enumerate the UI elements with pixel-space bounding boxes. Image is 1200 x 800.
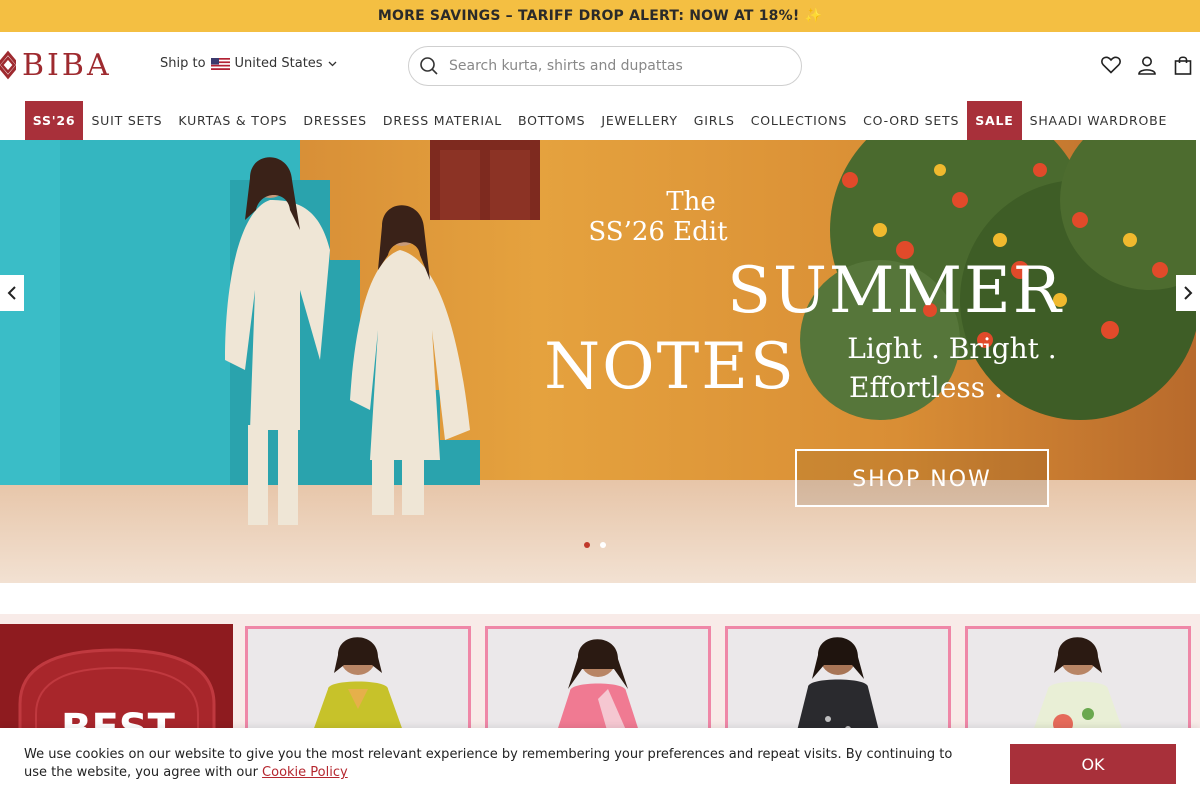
biba-logo[interactable]: BIBA	[0, 47, 112, 83]
carousel-dots	[584, 542, 606, 548]
announcement-text[interactable]: MORE SAVINGS – TARIFF DROP ALERT: NOW AT…	[378, 8, 822, 24]
nav-item-dresses[interactable]: DRESSES	[295, 101, 375, 140]
search-bar[interactable]	[408, 46, 802, 86]
bag-icon[interactable]	[1173, 55, 1193, 75]
heart-icon[interactable]	[1101, 56, 1121, 74]
logo-mark-icon	[0, 50, 16, 80]
nav-item-suit-sets[interactable]: SUIT SETS	[83, 101, 170, 140]
hero-edit-text: SS’26 Edit	[588, 217, 728, 247]
search-input[interactable]	[449, 58, 769, 74]
hero-notes-text: NOTES	[544, 330, 796, 404]
carousel-prev-button[interactable]	[0, 275, 24, 311]
nav-item-kurtas-tops[interactable]: KURTAS & TOPS	[170, 101, 295, 140]
nav-item-jewellery[interactable]: JEWELLERY	[593, 101, 685, 140]
chevron-left-icon[interactable]	[7, 285, 17, 301]
header-actions	[1100, 54, 1194, 76]
carousel-dot[interactable]	[584, 542, 590, 548]
hero-summer-text: SUMMER	[727, 254, 1063, 328]
search-icon[interactable]	[419, 56, 439, 76]
site-header: BIBA Ship to United States	[0, 32, 1200, 100]
cookie-banner: We use cookies on our website to give yo…	[0, 728, 1200, 800]
chevron-down-icon	[328, 61, 337, 66]
nav-item-girls[interactable]: GIRLS	[686, 101, 743, 140]
carousel-dot[interactable]	[600, 542, 606, 548]
chevron-right-icon[interactable]	[1183, 285, 1193, 301]
country-name: United States	[234, 56, 323, 71]
account-button[interactable]	[1136, 54, 1158, 76]
us-flag-icon	[210, 57, 230, 70]
nav-item-co-ord-sets[interactable]: CO-ORD SETS	[855, 101, 967, 140]
nav-item-ss26[interactable]: SS'26	[24, 100, 84, 140]
hero-banner[interactable]: The SS’26 Edit SUMMER NOTES Light . Brig…	[0, 140, 1196, 583]
hero-image: The SS’26 Edit SUMMER NOTES Light . Brig…	[0, 140, 1196, 583]
ship-to-selector[interactable]: Ship to United States	[160, 56, 337, 71]
shop-now-label[interactable]: SHOP NOW	[852, 467, 992, 492]
nav-item-collections[interactable]: COLLECTIONS	[743, 101, 855, 140]
ship-to-label: Ship to	[160, 56, 206, 71]
announcement-bar[interactable]: MORE SAVINGS – TARIFF DROP ALERT: NOW AT…	[0, 0, 1200, 32]
cookie-text: We use cookies on our website to give yo…	[24, 747, 953, 780]
wishlist-button[interactable]	[1100, 54, 1122, 76]
logo-text: BIBA	[22, 47, 112, 83]
cart-button[interactable]	[1172, 54, 1194, 76]
shop-now-button[interactable]: SHOP NOW	[795, 449, 1049, 507]
nav-item-sale[interactable]: SALE	[967, 100, 1022, 140]
nav-item-shaadi-wardrobe[interactable]: SHAADI WARDROBE	[1022, 101, 1176, 140]
cookie-ok-button[interactable]: OK	[1010, 744, 1176, 784]
main-navigation: SS'26 SUIT SETS KURTAS & TOPS DRESSES DR…	[0, 100, 1200, 140]
hero-the-text: The	[666, 187, 715, 217]
carousel-next-button[interactable]	[1176, 275, 1200, 311]
cookie-message: We use cookies on our website to give yo…	[24, 746, 974, 782]
hero-tagline-1: Light . Bright .	[847, 332, 1056, 365]
hero-tagline-2: Effortless .	[849, 371, 1003, 404]
cookie-policy-link[interactable]: Cookie Policy	[262, 765, 348, 780]
nav-item-bottoms[interactable]: BOTTOMS	[510, 101, 593, 140]
nav-item-dress-material[interactable]: DRESS MATERIAL	[375, 101, 510, 140]
user-icon[interactable]	[1137, 55, 1157, 75]
